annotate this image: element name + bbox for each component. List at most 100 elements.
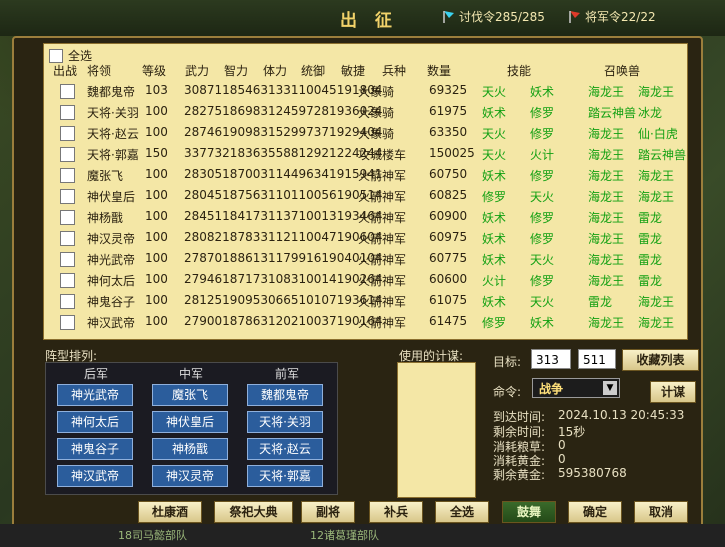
formation-slot[interactable]: 神汉武帝 [57, 465, 133, 487]
cell-b1: 海龙王 [588, 316, 625, 330]
cell-b1: 雷龙 [588, 295, 613, 309]
cell-s2: 火计 [530, 148, 555, 162]
du-kang-wine-button[interactable]: 杜康酒 [138, 501, 202, 523]
cell-level: 100 [145, 104, 168, 118]
table-row[interactable]: 神汉灵帝 100 28082187833112110047190604 火箭神军 609… [44, 228, 687, 249]
cell-b2: 海龙王 [638, 190, 675, 204]
cell-s1: 妖术 [482, 232, 507, 246]
cell-stats: 28082187833112110047190604 [184, 230, 383, 244]
cell-qty: 150025 [429, 146, 475, 160]
cell-b2: 踏云神兽 [638, 148, 687, 162]
cell-s2: 修罗 [530, 127, 555, 141]
command-select[interactable]: 战争 ▼ [532, 378, 620, 398]
confirm-button[interactable]: 确定 [568, 501, 622, 523]
tao-fa-count: 讨伐令285/285 [459, 10, 545, 24]
table-row[interactable]: 神光武帝 100 27870188613117991619040104 火箭神军 607… [44, 249, 687, 270]
table-row[interactable]: 魔张飞 100 28305187003114496341915941 火箭神军 6075… [44, 165, 687, 186]
table-row[interactable]: 神何太后 100 27946187173108310014190264 火箭神军 606… [44, 270, 687, 291]
cell-s2: 天火 [530, 295, 555, 309]
cell-s1: 妖术 [482, 106, 507, 120]
cell-troop: 火箭神军 [358, 169, 407, 183]
inspire-button[interactable]: 鼓舞 [502, 501, 556, 523]
cell-b2: 海龙王 [638, 316, 675, 330]
dispatch-checkbox[interactable] [60, 273, 75, 288]
cell-name: 天将·赵云 [87, 127, 139, 141]
cell-s2: 修罗 [530, 274, 555, 288]
chevron-down-icon[interactable]: ▼ [603, 381, 617, 395]
cell-troop: 火箭神军 [358, 253, 407, 267]
cell-qty: 61475 [429, 314, 468, 328]
table-row[interactable]: 神鬼谷子 100 28125190953066510107193614 火箭神军 610… [44, 291, 687, 312]
formation-slot[interactable]: 神何太后 [57, 411, 133, 433]
cell-b1: 海龙王 [588, 190, 625, 204]
formation-slot[interactable]: 天将·关羽 [247, 411, 323, 433]
target-x-input[interactable]: 313 [531, 349, 571, 369]
replenish-button[interactable]: 补兵 [369, 501, 423, 523]
formation-slot[interactable]: 神汉灵帝 [152, 465, 228, 487]
table-row[interactable]: 天将·关羽 100 28275186983124597281936024 大象骑 619… [44, 102, 687, 123]
cancel-button[interactable]: 取消 [634, 501, 688, 523]
target-y-input[interactable]: 511 [578, 349, 616, 369]
formation-slot[interactable]: 天将·郭嘉 [247, 465, 323, 487]
formation-slot[interactable]: 魔张飞 [152, 384, 228, 406]
dispatch-checkbox[interactable] [60, 210, 75, 225]
dispatch-checkbox[interactable] [60, 84, 75, 99]
cell-b2: 雷龙 [638, 274, 663, 288]
plan-button[interactable]: 计谋 [650, 381, 696, 403]
cell-level: 100 [145, 272, 168, 286]
table-row[interactable]: 天将·赵云 100 28746190983152997371929404 大象骑 633… [44, 123, 687, 144]
cell-troop: 火箭神军 [358, 316, 407, 330]
cell-s2: 妖术 [530, 316, 555, 330]
cell-stats: 27946187173108310014190264 [184, 272, 383, 286]
cell-b2: 冰龙 [638, 106, 663, 120]
cell-b2: 雷龙 [638, 211, 663, 225]
dispatch-checkbox[interactable] [60, 315, 75, 330]
cell-s1: 天火 [482, 127, 507, 141]
deputy-button[interactable]: 副将 [301, 501, 355, 523]
cell-b1: 踏云神兽 [588, 106, 637, 120]
dispatch-checkbox[interactable] [60, 231, 75, 246]
dispatch-checkbox[interactable] [60, 189, 75, 204]
dispatch-checkbox[interactable] [60, 294, 75, 309]
cell-name: 神汉武帝 [87, 316, 136, 330]
dispatch-checkbox[interactable] [60, 105, 75, 120]
cell-s1: 妖术 [482, 253, 507, 267]
formation-slot[interactable]: 天将·赵云 [247, 438, 323, 460]
cell-stats: 33773218363558812921224244 [184, 146, 383, 160]
select-all-button[interactable]: 全选 [435, 501, 489, 523]
cell-level: 100 [145, 125, 168, 139]
table-row[interactable]: 神伏皇后 100 28045187563110110056190514 火箭神军 608… [44, 186, 687, 207]
cell-level: 100 [145, 314, 168, 328]
col-header: 统御 [301, 64, 326, 78]
cell-qty: 60775 [429, 251, 468, 265]
dispatch-checkbox[interactable] [60, 126, 75, 141]
dispatch-checkbox[interactable] [60, 252, 75, 267]
formation-slot[interactable]: 神杨戬 [152, 438, 228, 460]
strategy-list[interactable] [397, 362, 476, 498]
table-row[interactable]: 神汉武帝 100 27900187863120210037190164 火箭神军 614… [44, 312, 687, 333]
cell-s2: 天火 [530, 253, 555, 267]
dispatch-checkbox[interactable] [60, 168, 75, 183]
cell-troop: 火箭神军 [358, 190, 407, 204]
formation-slot[interactable]: 神鬼谷子 [57, 438, 133, 460]
cell-stats: 28451184173113710013193464 [184, 209, 383, 223]
formation-header-middle: 中军 [179, 367, 204, 381]
cell-stats: 28275186983124597281936024 [184, 104, 383, 118]
cell-stats: 28045187563110110056190514 [184, 188, 383, 202]
dispatch-checkbox[interactable] [60, 147, 75, 162]
table-row[interactable]: 天将·郭嘉 150 33773218363558812921224244 攻城楼车 15… [44, 144, 687, 165]
collect-list-button[interactable]: 收藏列表 [622, 349, 699, 371]
formation-slot[interactable]: 神伏皇后 [152, 411, 228, 433]
cell-stats: 28305187003114496341915941 [184, 167, 383, 181]
table-row[interactable]: 神杨戬 100 28451184173113710013193464 火箭神军 6090… [44, 207, 687, 228]
table-row[interactable]: 魏都鬼帝 103 30871185463133110045191804 大象骑 6932… [44, 81, 687, 102]
cell-s2: 修罗 [530, 106, 555, 120]
select-all-checkbox[interactable] [49, 49, 63, 63]
bottom-left-text: 18司马懿部队 [118, 529, 187, 542]
cell-level: 100 [145, 167, 168, 181]
formation-slot[interactable]: 神光武帝 [57, 384, 133, 406]
cell-qty: 60975 [429, 230, 468, 244]
sacrifice-button[interactable]: 祭祀大典 [214, 501, 293, 523]
formation-slot[interactable]: 魏都鬼帝 [247, 384, 323, 406]
cell-stats: 28746190983152997371929404 [184, 125, 383, 139]
